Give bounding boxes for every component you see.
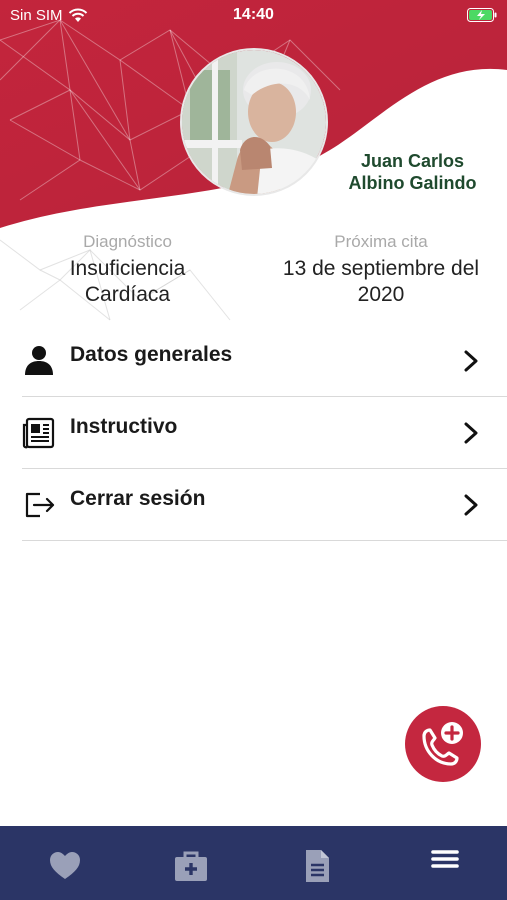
- chevron-right-icon: [464, 422, 478, 444]
- menu-item-datos-generales[interactable]: Datos generales: [22, 325, 507, 397]
- user-icon: [25, 346, 53, 375]
- profile-screen: Sin SIM 14:40 Juan Carlos Albino Galindo…: [0, 0, 507, 900]
- tab-file[interactable]: [297, 846, 337, 886]
- tab-heart[interactable]: [45, 846, 85, 886]
- chevron-right-icon: [464, 350, 478, 372]
- patient-name: Juan Carlos Albino Galindo: [330, 150, 495, 194]
- elderly-person-photo: [182, 50, 326, 194]
- menu-item-label: Datos generales: [70, 343, 233, 366]
- appointment-value-line2: 2020: [357, 283, 405, 306]
- diagnosis-label: Diagnóstico: [83, 232, 172, 251]
- appointment-value-line1: 13 de septiembre del: [282, 257, 480, 280]
- logout-icon: [25, 492, 55, 518]
- tab-menu[interactable]: [425, 846, 465, 886]
- diagnosis-value-line1: Insuficiencia: [69, 257, 186, 280]
- diagnosis-section: Diagnóstico Insuficiencia Cardíaca: [30, 232, 225, 308]
- menu-item-cerrar-sesion[interactable]: Cerrar sesión: [22, 469, 507, 541]
- file-icon: [306, 850, 329, 882]
- heart-icon: [50, 852, 80, 879]
- document-icon: [22, 417, 55, 449]
- chevron-right-icon: [464, 494, 478, 516]
- patient-name-line1: Juan Carlos: [360, 151, 465, 171]
- status-bar: Sin SIM 14:40: [0, 0, 507, 30]
- diagnosis-value: Insuficiencia Cardíaca: [30, 256, 225, 308]
- menu-item-label: Cerrar sesión: [70, 487, 206, 510]
- menu-item-label: Instructivo: [70, 415, 178, 438]
- emergency-call-button[interactable]: [405, 706, 481, 782]
- medical-kit-icon: [175, 851, 207, 881]
- tab-bar: [0, 826, 507, 900]
- appointment-label: Próxima cita: [334, 232, 428, 251]
- battery-charging-icon: [467, 8, 497, 22]
- menu-item-instructivo[interactable]: Instructivo: [22, 397, 507, 469]
- patient-name-line2: Albino Galindo: [348, 173, 477, 193]
- avatar: [180, 48, 328, 196]
- emergency-call-icon: [422, 722, 463, 766]
- settings-menu: Datos generales Instructivo Cerrar sesió: [0, 325, 507, 541]
- diagnosis-value-line2: Cardíaca: [84, 283, 171, 306]
- appointment-value: 13 de septiembre del 2020: [262, 256, 500, 308]
- menu-icon: [431, 850, 459, 868]
- appointment-section: Próxima cita 13 de septiembre del 2020: [262, 232, 500, 308]
- status-time: 14:40: [233, 6, 274, 23]
- tab-medical-kit[interactable]: [171, 846, 211, 886]
